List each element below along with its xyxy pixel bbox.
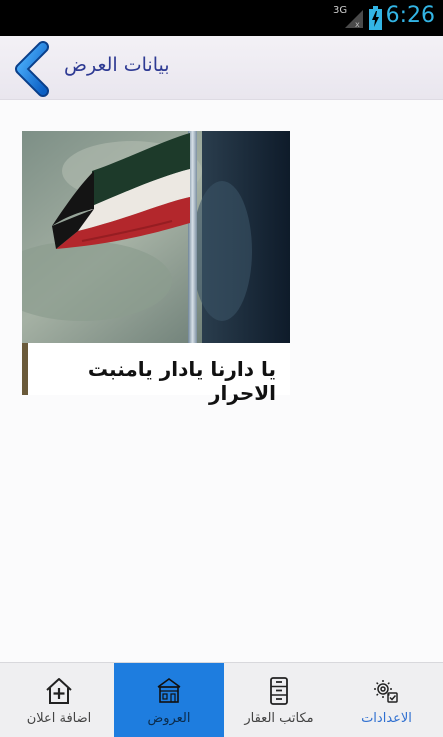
nav-settings[interactable]: الاعدادات [330,663,443,737]
header-bar: بيانات العرض [0,36,443,100]
nav-offers-label: العروض [147,711,191,726]
bottom-navigation: اضافة اعلان العروض مكاتب العقار الاعدادا… [0,662,443,737]
svg-text:x: x [355,20,360,29]
status-bar: 3G x 6:26 [0,0,443,36]
clock: 6:26 [385,3,435,28]
nav-add-listing-label: اضافة اعلان [26,711,92,726]
content-area: يا دارنا يادار يامنبت الاحرار [0,100,443,662]
listing-image [22,131,290,343]
offers-house-icon [157,678,181,703]
page-title: بيانات العرض [64,54,170,76]
signal-icon: x [345,10,363,29]
nav-offers[interactable]: العروض [114,663,224,737]
nav-settings-label: الاعدادات [361,711,412,726]
nav-real-estate-offices-label: مكاتب العقار [244,711,314,726]
kuwait-flag-photo [22,131,290,343]
settings-gear-icon [374,680,398,703]
chevron-left-icon [15,41,49,97]
back-button[interactable] [11,41,57,97]
nav-real-estate-offices[interactable]: مكاتب العقار [224,663,334,737]
battery-charging-icon [369,6,382,30]
nav-add-listing[interactable]: اضافة اعلان [4,663,114,737]
file-cabinet-icon [270,677,288,705]
listing-caption: يا دارنا يادار يامنبت الاحرار [28,343,290,405]
listing-card[interactable]: يا دارنا يادار يامنبت الاحرار [22,131,290,405]
add-home-icon [46,678,72,704]
